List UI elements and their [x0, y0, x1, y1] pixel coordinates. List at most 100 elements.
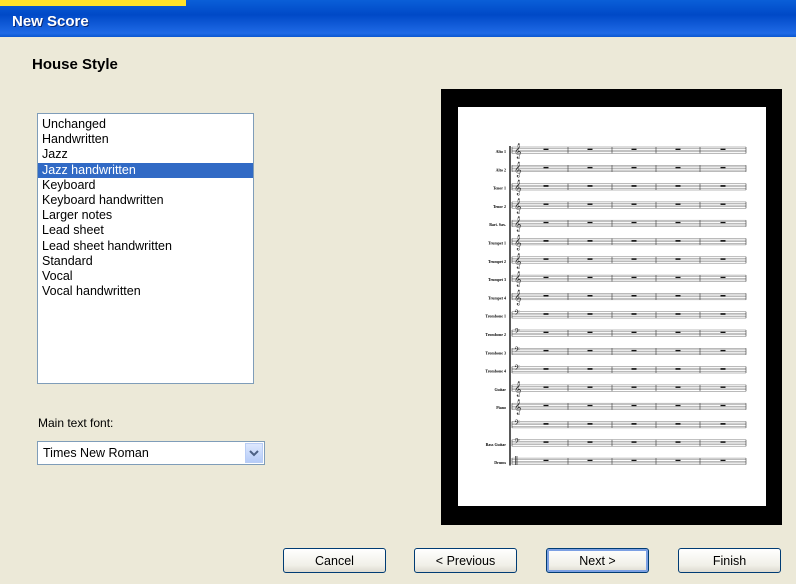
style-list-item[interactable]: Lead sheet handwritten	[38, 239, 253, 254]
whole-rest-icon	[587, 240, 593, 242]
whole-rest-icon	[631, 386, 637, 388]
whole-rest-icon	[631, 221, 637, 224]
treble-clef-icon: 𝄞	[514, 400, 522, 415]
whole-rest-icon	[631, 203, 637, 205]
whole-rest-icon	[675, 404, 681, 407]
whole-rest-icon	[675, 349, 681, 352]
instrument-label: Drums	[494, 460, 506, 465]
style-list-item[interactable]: Keyboard handwritten	[38, 193, 253, 208]
whole-rest-icon	[675, 166, 681, 169]
whole-rest-icon	[631, 404, 637, 407]
whole-rest-icon	[675, 295, 681, 297]
whole-rest-icon	[675, 313, 681, 315]
whole-rest-icon	[587, 148, 593, 150]
style-list-item[interactable]: Jazz	[38, 147, 253, 162]
bass-clef-icon: 𝄢	[514, 419, 520, 430]
whole-rest-icon	[543, 258, 549, 260]
whole-rest-icon	[720, 423, 726, 425]
whole-rest-icon	[587, 276, 593, 279]
whole-rest-icon	[587, 441, 593, 443]
bass-clef-icon: 𝄢	[514, 345, 520, 356]
treble-clef-icon: 𝄞	[514, 272, 522, 287]
whole-rest-icon	[720, 404, 726, 407]
style-list-item[interactable]: Larger notes	[38, 208, 253, 223]
instrument-label: Piano	[496, 405, 506, 410]
main-text-font-label: Main text font:	[38, 416, 114, 430]
instrument-label: Trombone 1	[485, 314, 506, 319]
style-list-item[interactable]: Keyboard	[38, 178, 253, 193]
treble-clef-icon: 𝄞	[514, 199, 522, 214]
whole-rest-icon	[631, 185, 637, 187]
instrument-label: Trumpet 2	[488, 259, 506, 264]
whole-rest-icon	[587, 423, 593, 425]
style-list-item[interactable]: Vocal handwritten	[38, 284, 253, 299]
instrument-label: Trombone 2	[485, 332, 506, 337]
whole-rest-icon	[631, 331, 637, 333]
style-list-item[interactable]: Jazz handwritten	[38, 162, 253, 178]
whole-rest-icon	[675, 148, 681, 150]
style-list-item[interactable]: Vocal	[38, 269, 253, 284]
whole-rest-icon	[720, 185, 726, 187]
whole-rest-icon	[675, 258, 681, 260]
whole-rest-icon	[543, 349, 549, 352]
style-list-item[interactable]: Lead sheet	[38, 223, 253, 238]
instrument-label: Trumpet 1	[488, 241, 506, 246]
whole-rest-icon	[720, 221, 726, 224]
whole-rest-icon	[543, 240, 549, 242]
style-list-item[interactable]: Handwritten	[38, 132, 253, 147]
previous-button[interactable]: < Previous	[414, 548, 517, 573]
whole-rest-icon	[720, 166, 726, 169]
page-heading: House Style	[32, 56, 118, 73]
whole-rest-icon	[631, 423, 637, 425]
instrument-label: Trumpet 4	[488, 295, 506, 300]
whole-rest-icon	[675, 459, 681, 462]
bass-clef-icon: 𝄢	[514, 437, 520, 448]
whole-rest-icon	[675, 423, 681, 425]
finish-button[interactable]: Finish	[678, 548, 781, 573]
cancel-button[interactable]: Cancel	[283, 548, 386, 573]
whole-rest-icon	[675, 185, 681, 187]
whole-rest-icon	[675, 331, 681, 333]
whole-rest-icon	[543, 221, 549, 224]
whole-rest-icon	[587, 404, 593, 407]
instrument-label: Bass Guitar	[486, 442, 507, 447]
instrument-label: Alto 1	[496, 149, 506, 154]
style-list-item[interactable]: Unchanged	[38, 117, 253, 132]
whole-rest-icon	[587, 368, 593, 370]
house-style-list[interactable]: Unchanged Handwritten Jazz Jazz handwritten…	[37, 113, 254, 384]
whole-rest-icon	[587, 386, 593, 388]
whole-rest-icon	[543, 295, 549, 297]
whole-rest-icon	[587, 166, 593, 169]
treble-clef-icon: 𝄞	[514, 382, 522, 397]
whole-rest-icon	[543, 386, 549, 388]
whole-rest-icon	[720, 276, 726, 279]
whole-rest-icon	[631, 148, 637, 150]
whole-rest-icon	[543, 148, 549, 150]
whole-rest-icon	[720, 349, 726, 352]
whole-rest-icon	[587, 203, 593, 205]
whole-rest-icon	[587, 313, 593, 315]
next-button[interactable]: Next >	[546, 548, 649, 573]
chevron-down-icon	[249, 449, 259, 456]
instrument-label: Alto 2	[496, 167, 506, 172]
treble-clef-icon: 𝄞	[514, 181, 522, 196]
main-text-font-select[interactable]: Times New Roman	[37, 441, 265, 465]
whole-rest-icon	[720, 240, 726, 242]
style-list-item[interactable]: Standard	[38, 254, 253, 269]
treble-clef-icon: 𝄞	[514, 144, 522, 159]
whole-rest-icon	[631, 295, 637, 297]
whole-rest-icon	[587, 331, 593, 333]
whole-rest-icon	[631, 459, 637, 462]
dropdown-arrow-button[interactable]	[245, 443, 263, 463]
treble-clef-icon: 𝄞	[514, 290, 522, 305]
score-preview: Alto 1 𝄞 Alto 2 𝄞 Tenor 1 𝄞 Tenor 2 𝄞 Bari. Sax.…	[485, 144, 747, 466]
whole-rest-icon	[720, 258, 726, 260]
whole-rest-icon	[675, 386, 681, 388]
whole-rest-icon	[631, 240, 637, 242]
percussion-clef-icon: ‖	[514, 456, 519, 466]
whole-rest-icon	[720, 459, 726, 462]
whole-rest-icon	[631, 313, 637, 315]
score-preview-page: Alto 1 𝄞 Alto 2 𝄞 Tenor 1 𝄞 Tenor 2 𝄞 Bari. Sax.…	[458, 107, 766, 506]
bass-clef-icon: 𝄢	[514, 309, 520, 320]
whole-rest-icon	[587, 459, 593, 462]
